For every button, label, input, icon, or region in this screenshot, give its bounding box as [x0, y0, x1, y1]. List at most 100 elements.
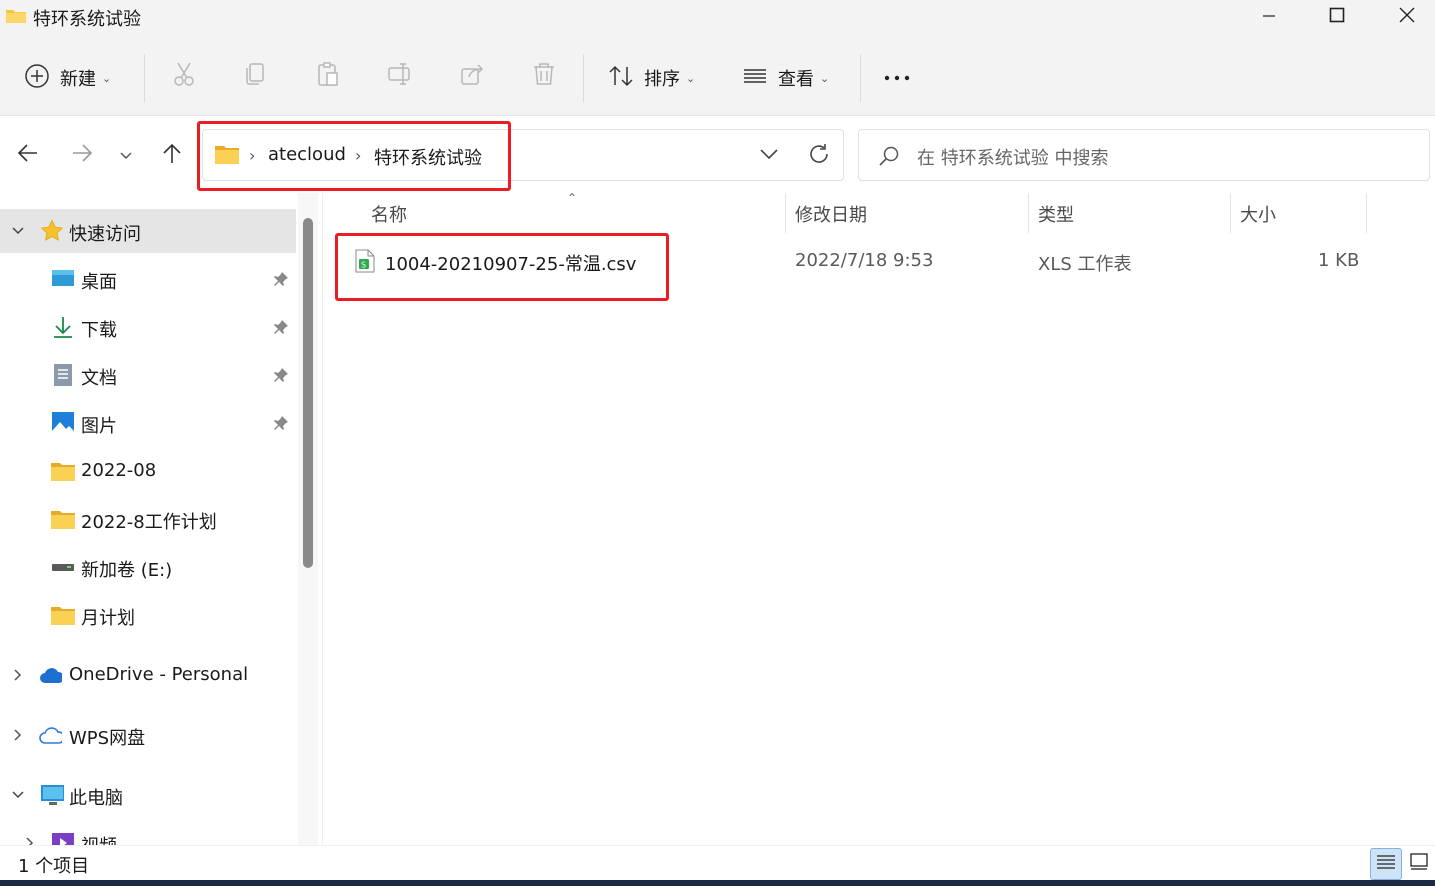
- column-separator: [1230, 193, 1231, 233]
- sidebar-quick-access[interactable]: 快速访问: [0, 209, 296, 253]
- column-separator: [1366, 193, 1367, 233]
- breadcrumb-current-folder[interactable]: 特环系统试验: [374, 144, 482, 170]
- divider: [583, 54, 584, 102]
- drive-icon: [51, 555, 75, 579]
- sidebar-item-pictures[interactable]: 图片: [0, 401, 296, 445]
- breadcrumb-atecloud[interactable]: atecloud: [268, 144, 346, 165]
- chevron-right-icon[interactable]: [10, 665, 26, 685]
- file-list: ⌃ 名称 修改日期 类型 大小 S 1004-20210907-25-常温.cs…: [323, 191, 1435, 845]
- address-bar[interactable]: › atecloud › 特环系统试验: [202, 129, 844, 181]
- recent-locations-button[interactable]: [108, 137, 144, 173]
- sort-label: 排序: [644, 69, 680, 90]
- chevron-down-icon: ⌄: [820, 71, 830, 85]
- arrow-right-icon: [71, 142, 93, 168]
- copy-button[interactable]: [242, 62, 270, 90]
- share-icon: [459, 61, 485, 91]
- minimize-button[interactable]: [1234, 0, 1304, 34]
- navigation-row: › atecloud › 特环系统试验 在 特环系统试验 中搜索: [0, 117, 1435, 193]
- sidebar-label: 月计划: [81, 608, 135, 629]
- sidebar-scrollbar-thumb[interactable]: [303, 218, 313, 568]
- sidebar-label: 此电脑: [69, 788, 123, 809]
- chevron-down-icon[interactable]: [10, 785, 26, 805]
- close-button[interactable]: [1372, 0, 1435, 34]
- paste-icon: [315, 61, 341, 91]
- sidebar-item-wps[interactable]: WPS网盘: [0, 713, 296, 757]
- sidebar-item-2022-08[interactable]: 2022-08: [0, 449, 296, 493]
- search-input[interactable]: 在 特环系统试验 中搜索: [858, 129, 1430, 181]
- folder-icon: [51, 507, 75, 531]
- svg-text:S: S: [361, 261, 366, 270]
- sort-button[interactable]: 排序 ⌄: [608, 60, 695, 96]
- sidebar-item-monthly-plan[interactable]: 月计划: [0, 593, 296, 637]
- sidebar-label: 新加卷 (E:): [81, 560, 173, 581]
- spreadsheet-icon: S: [355, 249, 375, 277]
- column-header-type[interactable]: 类型: [1038, 201, 1074, 227]
- view-button[interactable]: 查看 ⌄: [742, 60, 829, 96]
- pictures-icon: [51, 411, 75, 435]
- delete-icon: [531, 61, 557, 91]
- tiles-view-button[interactable]: [1403, 848, 1435, 880]
- sidebar-item-this-pc[interactable]: 此电脑: [0, 773, 296, 817]
- breadcrumb-separator: ›: [249, 146, 256, 165]
- address-dropdown-button[interactable]: [759, 146, 779, 165]
- chevron-right-icon[interactable]: [10, 725, 26, 745]
- sort-icon: [608, 63, 634, 94]
- list-view-icon: [742, 63, 768, 94]
- sidebar-item-work-plan[interactable]: 2022-8工作计划: [0, 497, 296, 541]
- videos-icon: [51, 831, 75, 845]
- chevron-down-icon: [119, 146, 133, 165]
- paste-button[interactable]: [314, 62, 342, 90]
- folder-icon: [215, 144, 239, 168]
- sidebar-item-videos[interactable]: 视频: [0, 821, 296, 845]
- delete-button[interactable]: [530, 62, 558, 90]
- file-size: 1 KB: [1318, 250, 1360, 271]
- column-header-modified[interactable]: 修改日期: [795, 201, 867, 227]
- maximize-icon: [1329, 7, 1345, 27]
- sidebar-label: 视频: [81, 832, 117, 845]
- more-icon: [883, 67, 911, 86]
- column-separator: [1028, 193, 1029, 233]
- column-header-size[interactable]: 大小: [1240, 201, 1276, 227]
- table-row[interactable]: S 1004-20210907-25-常温.csv 2022/7/18 9:53…: [337, 239, 1367, 283]
- sidebar-item-documents[interactable]: 文档: [0, 353, 296, 397]
- pin-icon[interactable]: [272, 318, 290, 336]
- refresh-icon[interactable]: [807, 142, 831, 170]
- column-header-name[interactable]: 名称: [371, 201, 407, 227]
- rename-button[interactable]: [386, 62, 414, 90]
- document-icon: [51, 363, 75, 387]
- sidebar-label: 文档: [81, 368, 117, 389]
- maximize-button[interactable]: [1302, 0, 1372, 34]
- file-name: 1004-20210907-25-常温.csv: [385, 254, 637, 275]
- close-icon: [1399, 7, 1415, 27]
- search-icon: [877, 144, 901, 172]
- chevron-right-icon[interactable]: [22, 833, 38, 845]
- sidebar-label: 2022-8工作计划: [81, 512, 217, 533]
- pin-icon[interactable]: [272, 270, 290, 288]
- sidebar-item-downloads[interactable]: 下载: [0, 305, 296, 349]
- new-button[interactable]: 新建 ⌄: [24, 60, 111, 96]
- command-bar: 新建 ⌄ 排序 ⌄ 查看 ⌄: [0, 36, 1435, 116]
- sidebar-item-desktop[interactable]: 桌面: [0, 257, 296, 301]
- forward-button[interactable]: [64, 137, 100, 173]
- sidebar-label: 图片: [81, 416, 117, 437]
- cloud-outline-icon: [38, 723, 62, 747]
- pin-icon[interactable]: [272, 414, 290, 432]
- chevron-down-icon: ⌄: [686, 71, 696, 85]
- pin-icon[interactable]: [272, 366, 290, 384]
- computer-icon: [40, 783, 64, 807]
- more-button[interactable]: [883, 62, 911, 90]
- sidebar-item-onedrive[interactable]: OneDrive - Personal: [0, 653, 296, 697]
- cut-button[interactable]: [170, 62, 198, 90]
- new-label: 新建: [60, 69, 96, 90]
- chevron-down-icon[interactable]: [10, 221, 26, 241]
- up-button[interactable]: [154, 137, 190, 173]
- details-view-button[interactable]: [1370, 848, 1402, 880]
- copy-icon: [243, 61, 269, 91]
- divider: [860, 54, 861, 102]
- view-label: 查看: [778, 69, 814, 90]
- sidebar-label: 下载: [81, 320, 117, 341]
- back-button[interactable]: [10, 137, 46, 173]
- file-type: XLS 工作表: [1038, 254, 1132, 275]
- share-button[interactable]: [458, 62, 486, 90]
- sidebar-item-drive-e[interactable]: 新加卷 (E:): [0, 545, 296, 589]
